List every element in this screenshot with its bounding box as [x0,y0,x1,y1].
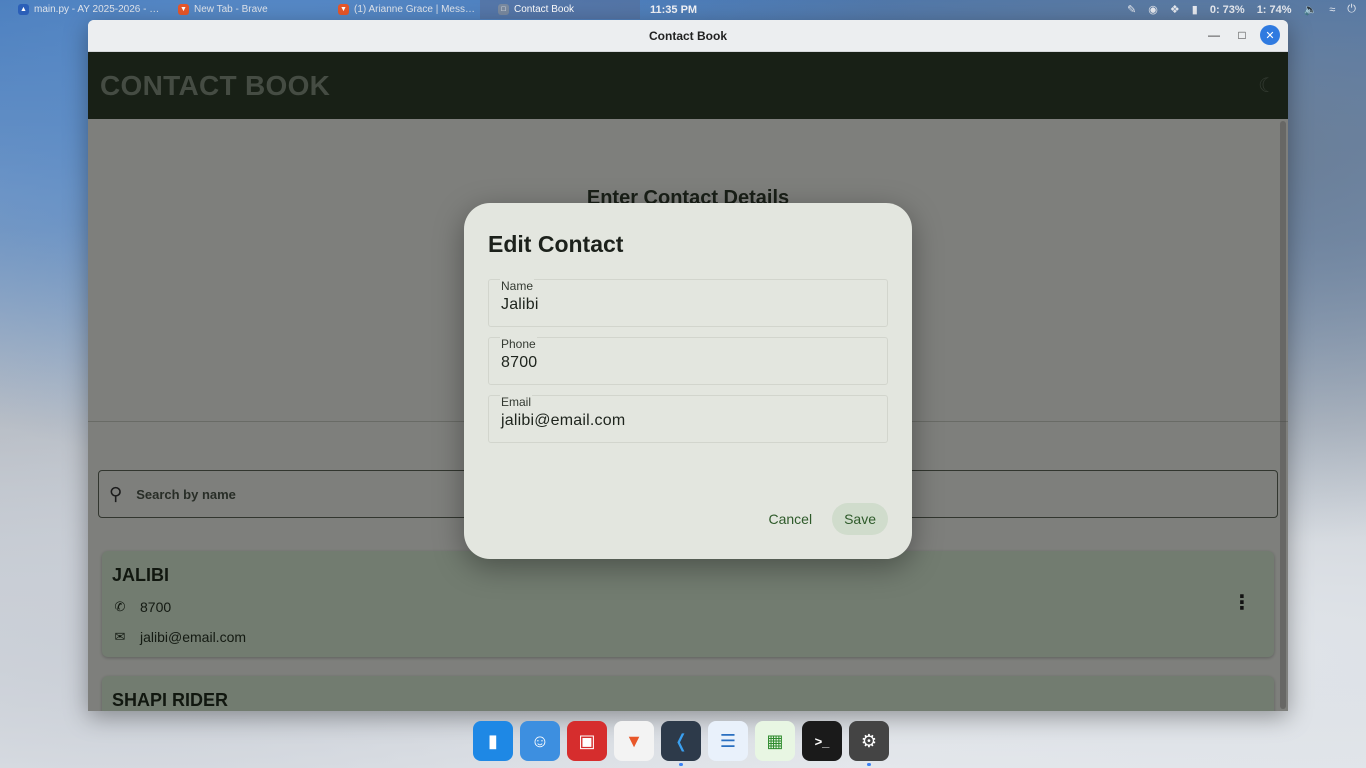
email-field[interactable]: Email jalibi@email.com [488,395,888,443]
app-icon: □ [498,4,509,15]
maximize-icon[interactable]: □ [1232,25,1252,45]
finder-icon[interactable]: ☺ [520,721,560,761]
cancel-button[interactable]: Cancel [756,503,824,535]
save-button[interactable]: Save [832,503,888,535]
phone-field-label: Phone [500,337,537,351]
name-field-label: Name [500,279,535,293]
taskbar-tab-contact-book[interactable]: □ Contact Book [480,0,640,19]
brave-icon[interactable]: ▼ [614,721,654,761]
wifi-icon[interactable]: ≈ [1329,4,1335,16]
camera-icon[interactable]: ◉ [1148,3,1158,16]
brave-icon: ▼ [338,4,349,15]
battery-primary: 0: 73% [1209,3,1245,16]
settings-icon[interactable]: ⚙ [849,721,889,766]
screenshot-icon[interactable]: ▣ [567,721,607,761]
writer-icon[interactable]: ☰ [708,721,748,761]
window-titlebar[interactable]: Contact Book — □ ✕ [88,20,1288,52]
vscode-icon[interactable]: ❬ [661,721,701,766]
vscode-icon: ▲ [18,4,29,15]
clock[interactable]: 11:35 PM [650,4,697,16]
calc-icon[interactable]: ▦ [755,721,795,761]
battery-secondary: 1: 74% [1256,3,1292,16]
brave-icon: ▼ [178,4,189,15]
terminal-icon[interactable]: >_ [802,721,842,761]
window-controls: — □ ✕ [1204,25,1280,45]
running-indicator [867,763,871,766]
volume-icon[interactable]: 🔈 [1304,3,1318,16]
phone-field-value: 8700 [501,354,538,371]
dialog-title: Edit Contact [488,231,624,257]
minimize-icon[interactable]: — [1204,25,1224,45]
system-tray: ✎ ◉ ❖ ▮ 0: 73% 1: 74% 🔈 ≈ ⏻ [1127,3,1366,16]
taskbar-tab-label: main.py - AY 2025-2026 - V... [34,4,160,15]
dock: ▮ ☺ ▣ ▼ ❬ ☰ ▦ >_ ⚙ [473,721,889,766]
taskbar-tab-vscode[interactable]: ▲ main.py - AY 2025-2026 - V... [0,0,160,19]
phone-field[interactable]: Phone 8700 [488,337,888,385]
battery-icon[interactable]: ▮ [1192,3,1198,16]
top-panel: ▲ main.py - AY 2025-2026 - V... ▼ New Ta… [0,0,1366,19]
dialog-actions: Cancel Save [756,503,888,535]
name-field-value: Jalibi [501,296,539,313]
close-icon[interactable]: ✕ [1260,25,1280,45]
taskbar-tab-label: Contact Book [514,4,575,15]
power-icon[interactable]: ⏻ [1347,3,1356,16]
launcher-icon[interactable]: ▮ [473,721,513,761]
taskbar-tab-label: (1) Arianne Grace | Messen... [354,4,480,15]
email-field-label: Email [500,395,533,409]
taskbar-tab-brave-newtab[interactable]: ▼ New Tab - Brave [160,0,320,19]
edit-contact-dialog: Edit Contact Name Jalibi Phone 8700 Emai… [464,203,912,559]
taskbar-tab-messenger[interactable]: ▼ (1) Arianne Grace | Messen... [320,0,480,19]
name-field[interactable]: Name Jalibi [488,279,888,327]
window-title: Contact Book [649,28,727,43]
running-indicator [679,763,683,766]
email-field-value: jalibi@email.com [501,412,626,429]
network-share-icon[interactable]: ❖ [1170,3,1180,16]
pen-icon[interactable]: ✎ [1127,3,1136,16]
taskbar-tab-label: New Tab - Brave [194,4,268,15]
scrollbar[interactable] [1280,121,1286,709]
